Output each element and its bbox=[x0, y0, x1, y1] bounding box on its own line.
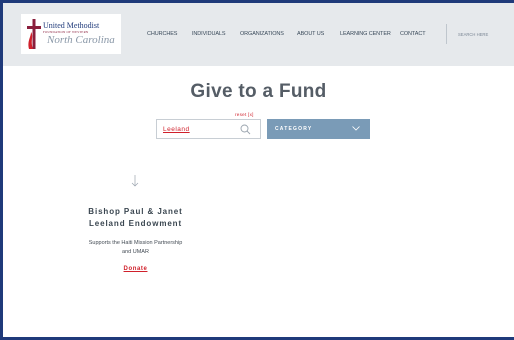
cross-and-flame-icon bbox=[27, 19, 41, 49]
page-title: Give to a Fund bbox=[190, 81, 327, 102]
chevron-down-icon bbox=[352, 126, 360, 131]
fund-title-line-2: Leeland Endowment bbox=[88, 218, 183, 228]
fund-description-line-1: Supports the Haiti Mission Partnership bbox=[88, 240, 183, 246]
fund-search-field[interactable] bbox=[156, 119, 261, 139]
browser-frame: United Methodist FOUNDATION OF WESTERN N… bbox=[0, 0, 514, 340]
fund-description-line-2: and UMAR bbox=[122, 248, 149, 255]
nav-divider bbox=[446, 24, 447, 44]
nav-search[interactable]: SEARCH HERE bbox=[458, 32, 488, 37]
fund-title-line-1: Bishop Paul & Janet bbox=[88, 207, 183, 216]
logo-line-1: United Methodist bbox=[43, 21, 100, 30]
search-icon[interactable] bbox=[240, 124, 251, 135]
nav-individuals[interactable]: INDIVIDUALS bbox=[192, 31, 226, 37]
nav-churches[interactable]: CHURCHES bbox=[147, 31, 177, 37]
nav-organizations[interactable]: ORGANIZATIONS bbox=[240, 31, 284, 37]
category-dropdown-label: CATEGORY bbox=[275, 126, 313, 132]
fund-title: Bishop Paul & Janet Leeland Endowment bbox=[63, 206, 208, 229]
logo-line-3: North Carolina bbox=[47, 34, 115, 46]
site-header: United Methodist FOUNDATION OF WESTERN N… bbox=[3, 3, 514, 66]
reset-filters-link[interactable]: reset [x] bbox=[235, 112, 254, 117]
category-dropdown[interactable]: CATEGORY bbox=[267, 119, 370, 139]
nav-contact[interactable]: CONTACT bbox=[400, 31, 426, 37]
nav-learning-center[interactable]: LEARNING CENTER bbox=[340, 31, 391, 37]
nav-about-us[interactable]: ABOUT US bbox=[297, 31, 324, 37]
fund-search-input[interactable] bbox=[163, 124, 233, 135]
site-logo[interactable]: United Methodist FOUNDATION OF WESTERN N… bbox=[21, 14, 121, 54]
fund-description: Supports the Haiti Mission Partnership a… bbox=[63, 239, 208, 256]
arrow-down-icon bbox=[131, 175, 139, 187]
donate-link[interactable]: Donate bbox=[63, 266, 208, 272]
